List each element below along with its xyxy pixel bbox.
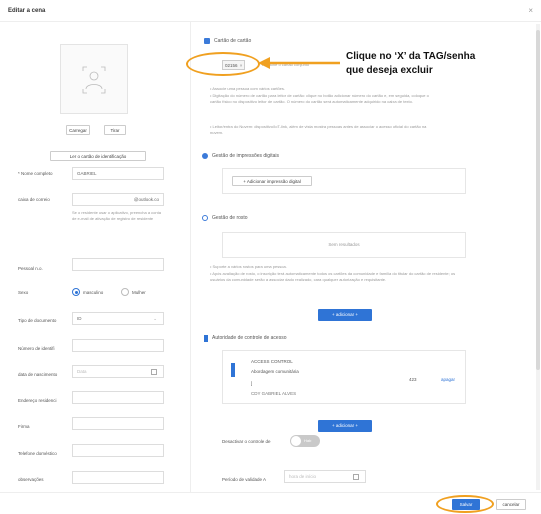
face-note-2: • Após avaliação de rosto, o inscrição t… — [210, 271, 456, 282]
dialog-titlebar — [0, 0, 541, 22]
access-card-name: ACCESS CONTROL — [251, 359, 293, 364]
calendar-icon — [151, 369, 157, 375]
doc-type-select[interactable]: ID ⌄ — [72, 312, 164, 325]
tag-close-icon[interactable]: × — [240, 63, 243, 68]
gender-male-label: masculino — [83, 290, 104, 295]
cancel-button[interactable]: cancelar — [496, 499, 526, 510]
fingerprint-section-title: Gestão de impressões digitais — [212, 153, 279, 159]
column-divider — [190, 22, 191, 492]
toggle-knob — [291, 436, 301, 446]
upload-button[interactable]: Carregar — [66, 125, 90, 135]
annotation-line-2: que deseja excluir — [346, 65, 433, 76]
id-number-label: Número de identifi — [18, 346, 55, 351]
save-button[interactable]: Salvar — [452, 499, 480, 510]
company-label: Firma — [18, 424, 30, 429]
doc-type-value: ID — [77, 316, 82, 321]
calendar-icon — [353, 474, 359, 480]
home-phone-label: Telefone doméstico — [18, 451, 57, 456]
gender-male-radio[interactable] — [72, 288, 80, 296]
address-input[interactable] — [72, 391, 164, 404]
gender-female-radio[interactable] — [121, 288, 129, 296]
dob-input[interactable]: Data — [72, 365, 164, 378]
remove-access-link[interactable]: apagar — [441, 377, 455, 382]
id-number-input[interactable] — [72, 339, 164, 352]
validity-label: Período de validade A — [222, 477, 267, 482]
gender-label: Sexo — [18, 290, 29, 295]
card-tag-number: 02156 — [225, 63, 238, 68]
card-section-icon — [204, 38, 210, 44]
access-section-title: Autoridade de controle de acesso — [212, 335, 287, 341]
face-empty-text: Sem resultados — [328, 242, 360, 247]
dialog-title: Editar a cena — [8, 8, 46, 14]
card-note-3: • Leitor/entra do Nuvem: dispositivo/IoT… — [210, 124, 427, 135]
disable-control-toggle[interactable]: Hab — [290, 435, 320, 447]
disable-control-label: Desactivar o controle de — [222, 439, 271, 444]
access-card-bracket: ] — [251, 381, 253, 386]
access-card-line: CDY GABRIEL ALVES — [251, 391, 297, 396]
access-card-icon — [231, 363, 235, 377]
close-icon[interactable]: × — [528, 6, 533, 15]
dob-placeholder: Data — [77, 369, 87, 374]
company-input[interactable] — [72, 417, 164, 430]
take-photo-button[interactable]: Tirar — [104, 125, 126, 135]
personal-no-label: Pessoal n.o. — [18, 266, 43, 271]
email-label: caixa de correio — [18, 197, 50, 202]
validity-placeholder: hora de início — [289, 474, 317, 479]
card-note-2: • Digitação do número de cartão para lei… — [210, 93, 429, 104]
validity-start-input[interactable]: hora de início — [284, 470, 366, 483]
add-face-button[interactable]: + adicionar + — [318, 309, 372, 321]
annotation-line-1: Clique no ‘X’ da TAG/senha — [346, 51, 476, 62]
email-help-text: Se o residente usar o aplicativo, preenc… — [72, 210, 161, 221]
name-label: * Nome completo — [18, 171, 53, 176]
home-phone-input[interactable] — [72, 444, 164, 457]
photo-placeholder — [60, 44, 128, 114]
card-note-1: • Associe uma pessoa com vários cartões. — [210, 86, 285, 91]
email-input[interactable]: @outlook.co — [72, 193, 164, 206]
access-card-count: 423 — [409, 377, 417, 382]
card-tag: 02156 × — [222, 60, 246, 70]
toggle-text: Hab — [304, 438, 312, 443]
dob-label: data de nascimento — [18, 372, 58, 377]
face-section-icon — [202, 215, 208, 221]
access-section-icon — [204, 335, 208, 342]
face-results-box: Sem resultados — [222, 232, 466, 258]
face-section-title: Gestão de rosto — [212, 215, 248, 221]
scrollbar-thumb[interactable] — [536, 30, 540, 370]
person-placeholder-icon — [82, 66, 106, 94]
fingerprint-section-icon — [202, 153, 208, 159]
add-access-button[interactable]: + adicionar + — [318, 420, 372, 432]
face-note-1: • Suporte a vários rostos para uma pesso… — [210, 264, 287, 269]
annotation-arrow — [258, 57, 340, 69]
read-id-card-button[interactable]: Ler o cartão de identificação — [50, 151, 146, 161]
address-label: Endereço residenci — [18, 398, 57, 403]
doc-type-label: Tipo de documento — [18, 318, 57, 323]
notes-label: observações — [18, 477, 44, 482]
notes-input[interactable] — [72, 471, 164, 484]
card-section-title: Cartão de cartão — [214, 38, 252, 44]
chevron-down-icon: ⌄ — [153, 316, 157, 321]
personal-no-input[interactable] — [72, 258, 164, 271]
add-fingerprint-button[interactable]: + Adicionar impressão digital — [232, 176, 312, 186]
access-card: ACCESS CONTROL Abordagem comunitária 423… — [222, 350, 466, 404]
access-card-sub: Abordagem comunitária — [251, 369, 299, 374]
name-input[interactable]: GABRIEL — [72, 167, 164, 180]
gender-female-label: Mulher — [132, 290, 146, 295]
